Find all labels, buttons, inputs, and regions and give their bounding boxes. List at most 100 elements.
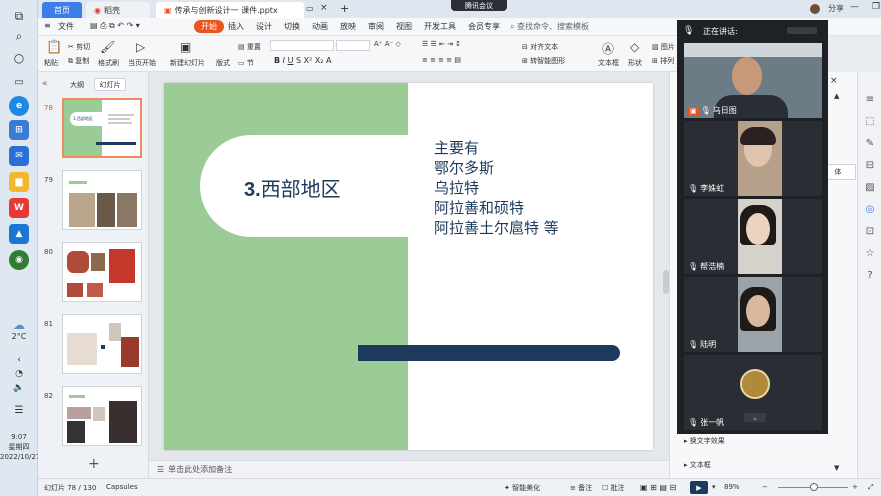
zoom-slider-handle[interactable] bbox=[810, 483, 818, 491]
textbox-icon[interactable]: Ⓐ bbox=[602, 40, 614, 57]
crop-icon[interactable]: ⊡ bbox=[863, 224, 877, 238]
volume-icon[interactable]: 🔈 bbox=[9, 378, 29, 398]
arrange-button[interactable]: ⊞ 排列 bbox=[652, 56, 674, 66]
image-icon[interactable]: ▨ bbox=[863, 180, 877, 194]
help-icon[interactable]: ? bbox=[863, 268, 877, 282]
format-painter-button[interactable]: 格式刷 bbox=[98, 58, 119, 68]
animation-icon[interactable]: ☆ bbox=[863, 246, 877, 260]
shape-icon[interactable]: ◇ bbox=[630, 40, 639, 54]
participant-tile[interactable]: 🎙 陆明 bbox=[684, 277, 822, 352]
menu-file[interactable]: 文件 bbox=[58, 21, 74, 32]
menu-developer[interactable]: 开发工具 bbox=[424, 21, 456, 32]
slide-title[interactable]: 3.西部地区 bbox=[244, 173, 341, 202]
menu-insert[interactable]: 插入 bbox=[228, 21, 244, 32]
format-icon[interactable]: ⊟ bbox=[863, 158, 877, 172]
paste-button[interactable]: 粘贴 bbox=[44, 58, 58, 68]
maximize-icon[interactable]: ❐ bbox=[872, 2, 880, 12]
expand-list-icon[interactable]: ⌄ bbox=[744, 413, 766, 422]
command-search[interactable]: ⌕ 查找命令、搜索模板 bbox=[510, 21, 589, 32]
font-size-buttons[interactable]: A⁺ A⁻ ◇ bbox=[374, 40, 401, 48]
align-text-button[interactable]: ⊟ 对齐文本 bbox=[522, 42, 558, 52]
widgets-icon[interactable]: ▭ bbox=[9, 72, 29, 92]
file-explorer-icon[interactable]: ▆ bbox=[9, 172, 29, 192]
monitor-icon[interactable]: ▭ bbox=[306, 4, 314, 13]
slide-canvas[interactable]: 3.西部地区 主要有 鄂尔多斯 乌拉特 阿拉善和硕特 阿拉善土尔扈特 等 bbox=[164, 83, 653, 450]
zoom-out-icon[interactable]: − bbox=[762, 483, 768, 491]
system-clock[interactable]: 9:07 星期四 2022/10/27 bbox=[0, 432, 40, 462]
tab-slides[interactable]: 幻灯片 bbox=[94, 78, 126, 91]
fit-window-icon[interactable]: ⤢ bbox=[868, 483, 874, 492]
paragraph-buttons[interactable]: ≡ ≡ ≡ ≡ ▤ bbox=[422, 56, 461, 64]
picture-button[interactable]: ▨ 图片 bbox=[652, 42, 675, 52]
view-buttons[interactable]: ▣ ⊞ ▤ ⊟ bbox=[640, 483, 676, 492]
meeting-badge[interactable]: 腾讯会议 bbox=[451, 0, 507, 11]
participant-tile[interactable]: ⌄ 🎙 张一帆 bbox=[684, 355, 822, 430]
zoom-level[interactable]: 89% bbox=[724, 483, 740, 491]
weather-widget[interactable]: ☁ 2°C bbox=[4, 318, 34, 341]
play-icon[interactable]: ▷ bbox=[136, 40, 145, 54]
zoom-in-icon[interactable]: + bbox=[852, 483, 858, 491]
shape-button[interactable]: 形状 bbox=[628, 58, 642, 68]
new-slide-button[interactable]: 新建幻灯片 bbox=[170, 58, 205, 68]
edit-icon[interactable]: ✎ bbox=[863, 136, 877, 150]
section-button[interactable]: ▭ 节 bbox=[238, 58, 254, 68]
text-effect-section[interactable]: ▸ 换文字效果 bbox=[684, 436, 725, 446]
textbox-section[interactable]: ▸ 文本框 bbox=[684, 460, 711, 470]
location-icon[interactable]: ◎ bbox=[863, 202, 877, 216]
paste-icon[interactable]: 📋 bbox=[46, 40, 62, 55]
share-label[interactable]: 分享 bbox=[828, 3, 844, 14]
task-view-icon[interactable]: ⧉ bbox=[9, 6, 29, 26]
smart-beautify-button[interactable]: ✦ 智能美化 bbox=[504, 483, 540, 493]
scroll-up-icon[interactable]: ▲ bbox=[834, 92, 839, 100]
menu-start[interactable]: 开始 bbox=[194, 20, 224, 33]
menu-transition[interactable]: 切换 bbox=[284, 21, 300, 32]
slide-thumbnail-80[interactable] bbox=[62, 242, 142, 302]
menu-review[interactable]: 审阅 bbox=[368, 21, 384, 32]
menu-slideshow[interactable]: 放映 bbox=[340, 21, 356, 32]
play-from-current-button[interactable]: 当页开始 bbox=[128, 58, 156, 68]
quick-access-icons[interactable]: ▤ ⎙ ⧉ ↶ ↷ ▾ bbox=[90, 21, 140, 31]
select-icon[interactable]: ⬚ bbox=[863, 114, 877, 128]
app-icon[interactable]: ⊞ bbox=[9, 120, 29, 140]
notes-toggle[interactable]: ≡ 备注 bbox=[570, 483, 592, 493]
search-icon[interactable]: ⌕ bbox=[9, 26, 29, 46]
menu-design[interactable]: 设计 bbox=[256, 21, 272, 32]
participant-tile[interactable]: 🎙 李姝虹 bbox=[684, 121, 822, 196]
wps-icon[interactable]: W bbox=[9, 198, 29, 218]
font-size-select[interactable] bbox=[336, 40, 370, 51]
add-slide-icon[interactable]: + bbox=[88, 456, 100, 472]
play-dropdown-icon[interactable]: ▾ bbox=[712, 483, 716, 491]
slide-thumbnail-79[interactable] bbox=[62, 170, 142, 230]
close-tab-icon[interactable]: × bbox=[320, 3, 328, 13]
avatar[interactable] bbox=[810, 4, 820, 14]
mail-icon[interactable]: ✉ bbox=[9, 146, 29, 166]
photos-icon[interactable]: ▲ bbox=[9, 224, 29, 244]
new-slide-icon[interactable]: ▣ bbox=[180, 40, 191, 54]
smart-shape-button[interactable]: ⊞ 转智能图形 bbox=[522, 56, 565, 66]
slide-text-list[interactable]: 主要有 鄂尔多斯 乌拉特 阿拉善和硕特 阿拉善土尔扈特 等 bbox=[434, 138, 559, 238]
comments-toggle[interactable]: ☐ 批注 bbox=[602, 483, 625, 493]
tab-document[interactable]: ▣ 传承与创新设计一 课件.pptx bbox=[156, 2, 304, 18]
copy-button[interactable]: ⧉ 复制 bbox=[68, 56, 89, 66]
play-slideshow-button[interactable]: ▶ bbox=[690, 481, 708, 494]
slide-thumbnail-78[interactable]: 3.西部地区 bbox=[62, 98, 142, 158]
notes-bar[interactable]: ☰ 单击此处添加备注 bbox=[149, 460, 669, 478]
cut-button[interactable]: ✂ 剪切 bbox=[68, 42, 90, 52]
participant-tile[interactable]: ▣ 🎙 乌日图 bbox=[684, 43, 822, 118]
font-family-select[interactable] bbox=[270, 40, 334, 51]
input-method-icon[interactable]: ☰ bbox=[9, 400, 29, 420]
tab-home[interactable]: 首页 bbox=[42, 2, 82, 18]
close-icon[interactable]: × bbox=[830, 76, 838, 86]
tab-docer[interactable]: ◉ 稻壳 bbox=[86, 2, 150, 18]
edge-icon[interactable]: e bbox=[9, 96, 29, 116]
menu-view[interactable]: 视图 bbox=[396, 21, 412, 32]
scroll-down-icon[interactable]: ▼ bbox=[834, 464, 839, 472]
textbox-button[interactable]: 文本框 bbox=[598, 58, 619, 68]
brush-icon[interactable]: 🖌 bbox=[100, 40, 115, 54]
theme-name[interactable]: Capsules bbox=[106, 483, 138, 491]
menu-icon[interactable]: ≡ bbox=[44, 21, 51, 30]
new-tab-icon[interactable]: + bbox=[340, 2, 349, 15]
cortana-icon[interactable]: ○ bbox=[9, 48, 29, 68]
reset-button[interactable]: ▤ 重置 bbox=[238, 42, 261, 52]
layout-button[interactable]: 版式 bbox=[216, 58, 230, 68]
